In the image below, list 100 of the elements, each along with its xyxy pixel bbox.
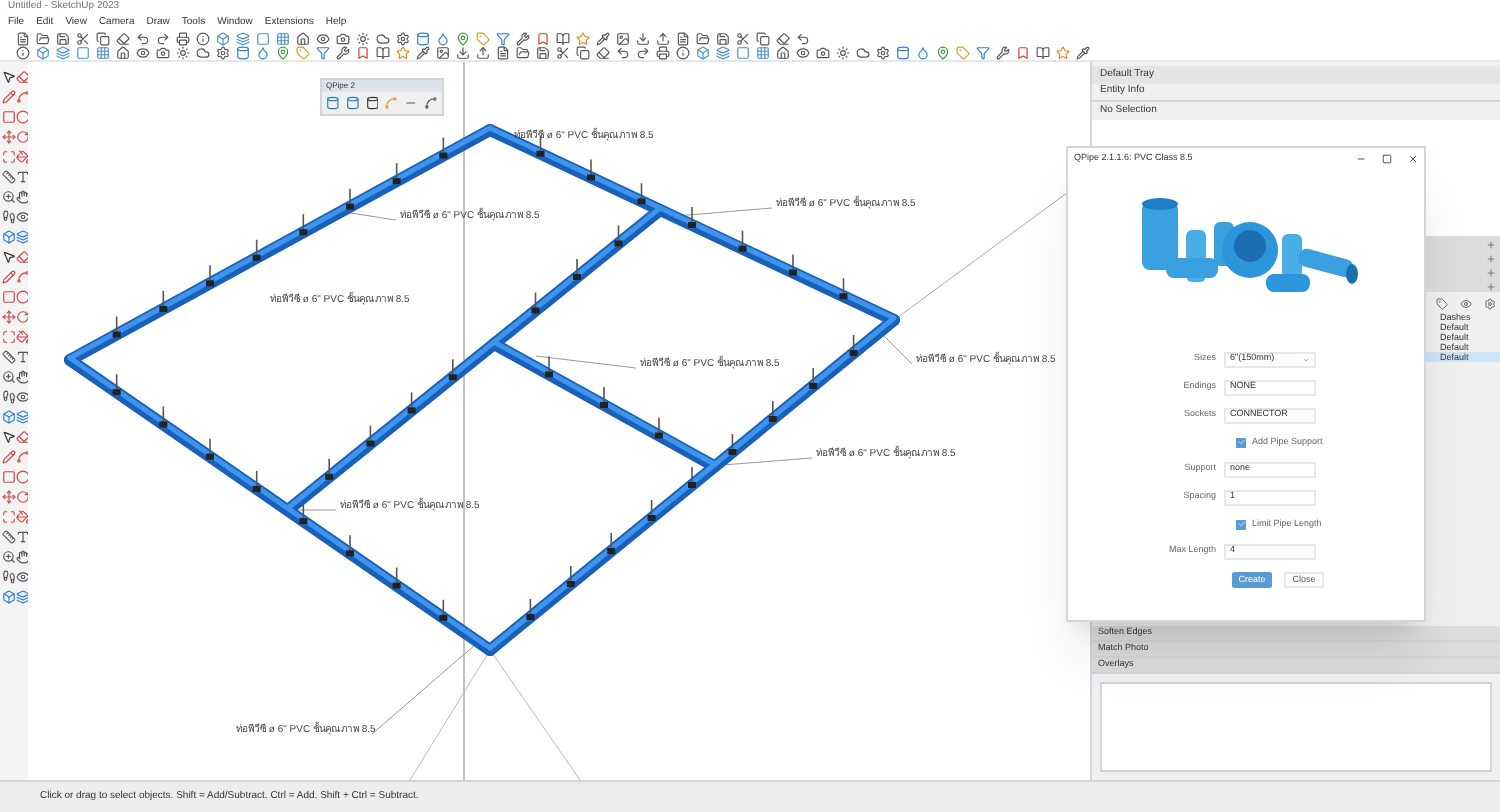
cloud-icon[interactable] [196,46,210,60]
download-icon[interactable] [456,46,470,60]
filter-icon[interactable] [496,31,510,45]
cube-icon[interactable] [2,590,16,604]
cube-icon[interactable] [696,46,710,60]
filter-icon[interactable] [316,46,330,60]
pointer-icon[interactable] [2,70,16,84]
eye-icon[interactable] [316,31,330,45]
circle-icon[interactable] [15,110,29,124]
rectangle-icon[interactable] [2,470,16,484]
folder-icon[interactable] [36,31,50,45]
cylinder-icon[interactable] [416,31,430,45]
wrench-icon[interactable] [996,46,1010,60]
printer-icon[interactable] [656,46,670,60]
book-icon[interactable] [376,46,390,60]
move-icon[interactable] [2,490,16,504]
layers-icon[interactable] [56,46,70,60]
eye-icon[interactable] [796,46,810,60]
curve-icon[interactable] [15,90,29,104]
curve-icon[interactable] [15,270,29,284]
curve-icon[interactable] [424,96,438,110]
eye-icon[interactable] [15,570,29,584]
scale-icon[interactable] [2,150,16,164]
layers-icon[interactable] [15,410,29,424]
curve-icon[interactable] [15,450,29,464]
upload-icon[interactable] [476,46,490,60]
text-icon[interactable] [15,530,29,544]
maximize-icon[interactable] [1382,154,1392,164]
eraser-icon[interactable] [116,31,130,45]
book-icon[interactable] [1036,46,1050,60]
eye-icon[interactable] [136,46,150,60]
ruler-icon[interactable] [2,170,16,184]
scale-icon[interactable] [2,510,16,524]
document-icon[interactable] [676,31,690,45]
paint-bucket-icon[interactable] [15,150,29,164]
house-icon[interactable] [116,46,130,60]
star-icon[interactable] [576,31,590,45]
pin-icon[interactable] [276,46,290,60]
pointer-icon[interactable] [2,430,16,444]
circle-icon[interactable] [15,290,29,304]
star-icon[interactable] [396,46,410,60]
scale-icon[interactable] [2,330,16,344]
rotate-icon[interactable] [15,130,29,144]
rectangle-icon[interactable] [2,290,16,304]
text-icon[interactable] [15,170,29,184]
eraser-icon[interactable] [15,430,29,444]
pencil-icon[interactable] [2,450,16,464]
eye-icon[interactable] [15,390,29,404]
paint-bucket-icon[interactable] [15,330,29,344]
folder-icon[interactable] [696,31,710,45]
layers-icon[interactable] [15,590,29,604]
grid-icon[interactable] [276,31,290,45]
rectangle-icon[interactable] [2,110,16,124]
eraser-icon[interactable] [776,31,790,45]
cylinder-icon[interactable] [896,46,910,60]
circle-icon[interactable] [15,470,29,484]
eraser-icon[interactable] [15,70,29,84]
footprints-icon[interactable] [2,210,16,224]
text-icon[interactable] [15,350,29,364]
checkbox[interactable] [1236,519,1246,529]
eraser-icon[interactable] [596,46,610,60]
redo-icon[interactable] [156,31,170,45]
grid-icon[interactable] [756,46,770,60]
paint-bucket-icon[interactable] [15,510,29,524]
scissors-icon[interactable] [736,31,750,45]
redo-icon[interactable] [636,46,650,60]
pipe-icon[interactable] [365,96,379,110]
cube-icon[interactable] [2,230,16,244]
save-icon[interactable] [56,31,70,45]
sun-icon[interactable] [356,31,370,45]
pipette-icon[interactable] [596,31,610,45]
undo-icon[interactable] [796,31,810,45]
zoom-icon[interactable] [2,370,16,384]
sun-icon[interactable] [176,46,190,60]
droplet-icon[interactable] [916,46,930,60]
copy-icon[interactable] [756,31,770,45]
rotate-icon[interactable] [15,310,29,324]
camera-icon[interactable] [816,46,830,60]
house-icon[interactable] [296,31,310,45]
cube-icon[interactable] [216,31,230,45]
move-icon[interactable] [2,130,16,144]
checkbox[interactable] [1236,437,1246,447]
zoom-icon[interactable] [2,550,16,564]
house-icon[interactable] [776,46,790,60]
info-icon[interactable] [16,46,30,60]
book-icon[interactable] [556,31,570,45]
eye-icon[interactable] [15,210,29,224]
download-icon[interactable] [636,31,650,45]
info-icon[interactable] [676,46,690,60]
info-icon[interactable] [196,31,210,45]
footprints-icon[interactable] [2,570,16,584]
eraser-icon[interactable] [15,250,29,264]
bookmark-icon[interactable] [536,31,550,45]
move-icon[interactable] [2,310,16,324]
folder-icon[interactable] [516,46,530,60]
droplet-icon[interactable] [436,31,450,45]
pencil-icon[interactable] [2,270,16,284]
tag-icon[interactable] [1436,298,1448,310]
copy-icon[interactable] [96,31,110,45]
cube-icon[interactable] [2,410,16,424]
